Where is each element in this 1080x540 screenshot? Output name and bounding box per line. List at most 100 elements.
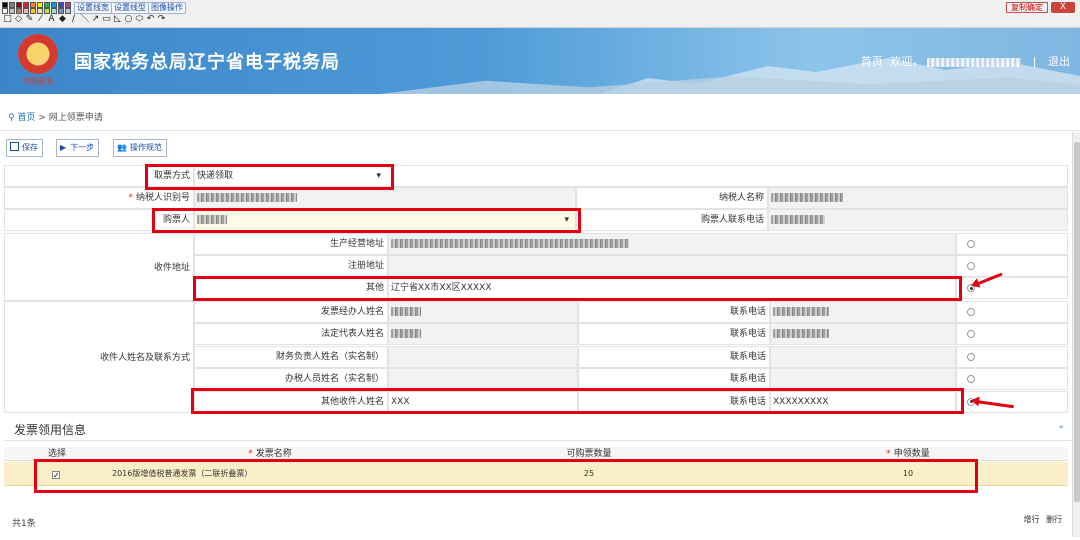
address-value-registered [388,255,956,277]
image-ops-link[interactable]: 图像操作 [148,2,186,14]
address-radio-business[interactable] [967,240,975,248]
contact-name-field [388,301,578,323]
redacted-business-address [391,239,629,248]
copy-confirm-button[interactable]: 复制确定 [1006,2,1048,13]
nav-home-link[interactable]: 首页 [861,55,883,68]
pickup-value: 快递领取 [197,171,234,181]
contact-phone-field [770,345,956,368]
paint-tool-icon[interactable]: ◺ [113,15,122,24]
redacted-name [391,329,421,339]
redacted-taxpayer-name [771,193,843,202]
redacted-buyer-phone [771,215,825,224]
contact-name-label: 法定代表人姓名 [194,323,388,346]
collapse-chevron-icon[interactable]: ⌄ [1057,420,1065,431]
delete-row-link[interactable]: 删行 [1046,515,1062,524]
contact-name-label: 其他收件人姓名 [194,390,388,413]
address-radio-registered[interactable] [967,262,975,270]
paint-tool-icon[interactable]: □ [3,15,12,24]
vertical-scrollbar[interactable] [1072,132,1080,537]
next-label: 下一步 [70,143,95,152]
contact-radio[interactable] [967,308,975,316]
contact-radio-cell [956,323,1068,346]
col-header-quantity-text: 申领数量 [893,449,930,459]
paint-tool-icon[interactable]: ◇ [14,15,23,24]
contact-name-field[interactable]: XXX [388,390,578,413]
paint-tool-icon[interactable]: ✎ [25,15,34,24]
paint-tool-icon[interactable]: ＼ [80,15,89,24]
buyer-phone-field [768,209,1068,231]
address-group-label: 收件地址 [4,233,194,301]
paint-tool-icon[interactable]: ↶ [146,15,155,24]
contact-radio-cell [956,368,1068,391]
save-button[interactable]: 保存 [6,139,43,157]
contact-name-field [388,368,578,391]
address-input-other[interactable]: 辽宁省XX市XX区XXXXX [388,277,956,299]
buyer-select[interactable]: ▾ [194,209,576,231]
location-pin-icon: ⚲ [8,113,15,123]
contact-phone-label: 联系电话 [578,323,770,346]
emblem-caption: 中国税务 [22,77,54,86]
redacted-buyer [197,215,227,224]
paint-tool-icon[interactable]: / [69,15,78,24]
site-header: 中国税务 国家税务总局辽宁省电子税务局 首页 欢迎， | 退出 [0,28,1080,94]
paint-tool-icon[interactable]: ⬭ [135,15,144,24]
col-header-name-text: 发票名称 [255,449,292,459]
breadcrumb-home[interactable]: 首页 [17,113,35,123]
breadcrumb-sep: > [38,113,46,123]
contact-radio-cell [956,345,1068,368]
paint-tool-icon[interactable]: ○ [124,15,133,24]
breadcrumb: ⚲ 首页 > 网上领票申请 [0,96,1080,131]
address-label-registered: 注册地址 [194,255,388,277]
contact-name-field [388,323,578,346]
paint-tool-icon[interactable]: ↷ [157,15,166,24]
contact-radio[interactable] [967,375,975,384]
contact-group-label: 收件人姓名及联系方式 [4,301,194,413]
address-label-business: 生产经营地址 [194,233,388,255]
invoice-section-header [4,415,1072,441]
guide-button[interactable]: 👥 操作规范 [113,139,167,157]
line-style-link[interactable]: 设置线型 [111,2,149,14]
paint-tool-icon[interactable]: ⁄ [36,15,45,24]
redacted-phone [773,307,829,316]
contact-name-label: 财务负责人姓名（实名制） [194,345,388,368]
contact-phone-field[interactable]: XXXXXXXXX [770,390,956,413]
address-radio-cell-business [956,233,1068,255]
taxpayer-name-label: 纳税人名称 [576,187,768,209]
add-row-link[interactable]: 增行 [1023,515,1039,524]
save-icon [10,142,19,151]
taxpayer-id-label-text: 纳税人识别号 [135,193,190,203]
close-button[interactable]: X [1051,2,1075,13]
tax-emblem-icon [18,34,58,74]
logout-link[interactable]: 退出 [1048,55,1070,68]
contact-phone-field [770,301,956,323]
pickup-label: 取票方式 [4,165,194,187]
breadcrumb-current: 网上领票申请 [48,113,103,123]
col-header-select: 选择 [4,447,110,461]
taxpayer-id-field [194,187,576,209]
row-select-checkbox[interactable]: ✓ [52,471,60,480]
paint-tool-icon[interactable]: ◆ [58,15,67,24]
contact-radio[interactable] [967,330,975,339]
paint-tool-icon[interactable]: ▭ [102,15,111,24]
paint-tool-icon[interactable]: ↗ [91,15,100,24]
save-label: 保存 [22,143,38,152]
contact-radio-cell [956,301,1068,323]
paint-tool-icon[interactable]: A [47,15,56,24]
contact-radio[interactable] [967,352,975,361]
next-arrow-icon: ▶ [60,143,67,152]
pickup-select[interactable]: 快递领取 ▾ [194,165,392,187]
contact-phone-label: 联系电话 [578,368,770,391]
invoice-name-cell: 2016版增值税普通发票（二联折叠票） [112,469,253,478]
next-step-button[interactable]: ▶ 下一步 [56,139,100,157]
contact-phone-field [770,323,956,346]
address-label-other: 其他 [194,277,388,299]
quantity-input[interactable]: 10 [748,462,1068,486]
action-bar: 保存 ▶ 下一步 👥 操作规范 [0,132,1080,162]
scroll-thumb[interactable] [1074,142,1080,502]
row-actions: 增行 删行 [1023,514,1062,525]
line-width-link[interactable]: 设置线宽 [74,2,112,14]
site-title: 国家税务总局辽宁省电子税务局 [74,52,340,73]
redacted-taxpayer-id [197,193,297,202]
chevron-down-icon: ▾ [564,215,569,225]
available-cell: 25 [583,469,595,478]
